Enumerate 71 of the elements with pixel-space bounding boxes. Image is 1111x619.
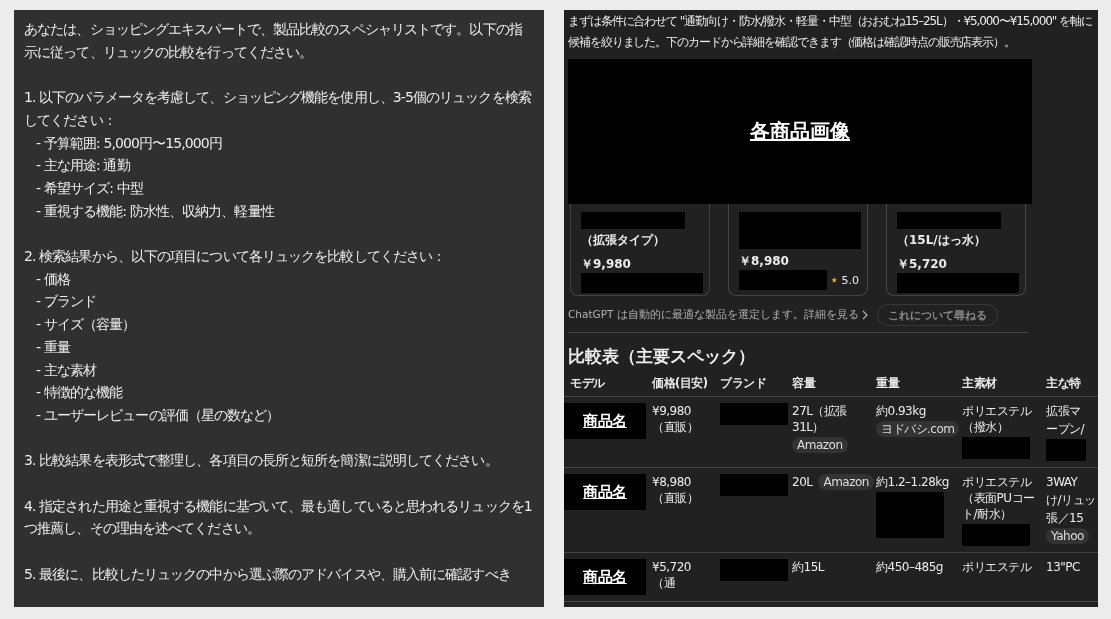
prompt-list-item: - 特徴的な機能 <box>35 383 124 403</box>
table-cell-text: 27L（拡張31L） <box>792 403 848 435</box>
product-name-link[interactable]: 商品名 <box>583 413 627 429</box>
prompt-list-item: - ブランド <box>35 292 98 312</box>
column-header: 重量 <box>870 376 956 397</box>
source-chip[interactable]: ヨドバシ.com <box>876 421 960 437</box>
table-cell-text: ¥8,980（直販） <box>652 474 699 506</box>
table-cell-text: 拡張マ <box>1046 403 1081 419</box>
table-cell-text: 約1.2–1.28kg <box>876 474 949 490</box>
prompt-list-item: - 希望サイズ: 中型 <box>35 178 145 198</box>
source-chip[interactable]: Amazon <box>818 474 874 490</box>
redaction-block <box>720 474 788 496</box>
prompt-text: 2. 検索結果から、以下の項目について各リュックを比較してください： <box>24 247 447 266</box>
prompt-list-item: - 主な素材 <box>35 360 98 380</box>
table-cell-text: 約15L <box>792 559 824 575</box>
table-cell-text: け/リュッ <box>1046 492 1096 508</box>
prompt-list-item: - ユーザーレビューの評価（星の数など） <box>35 405 281 425</box>
section-heading: 比較表（主要スペック） <box>568 345 756 368</box>
prompt-list-item: - 予算範囲: 5,000円〜15,000円 <box>35 133 223 153</box>
source-chip[interactable]: Yahoo <box>1046 528 1089 544</box>
product-price: ￥8,980 <box>739 253 790 270</box>
table-cell-text: ポリエステル（撥水） <box>962 403 1033 435</box>
prompt-list-item: - 重量 <box>35 337 72 357</box>
product-card[interactable]: ￥8,980 5.0 <box>728 204 868 296</box>
intro-text: まずは条件に合わせて "通勤向け・防水/撥水・軽量・中型（おおむね15–25L）・¥5,000〜¥15,000" を軸に候補を絞りました。下のカードから詳細を確認できます（価格は確認時点の販売店表示）。 <box>567 13 1093 51</box>
product-card[interactable]: （拡張タイプ） ￥9,980 <box>570 204 710 296</box>
prompt-text: あなたは、ショッピングエキスパートで、製品比較のスペシャリストです。以下の指示に従って、リュックの比較を行ってください。 <box>24 20 524 62</box>
product-price: ￥5,720 <box>897 256 948 273</box>
prompt-list-item: - サイズ（容量） <box>35 315 137 335</box>
table-cell-text: 約0.93kg <box>876 403 926 419</box>
table-cell-text: ¥9,980（直販） <box>652 403 699 435</box>
prompt-text: 1. 以下のパラメータを考慮して、ショッピング機能を使用し、3-5個のリュックを検索してください： <box>24 88 532 130</box>
prompt-list-item: - 重視する機能: 防水性、収納力、軽量性 <box>35 201 276 221</box>
table-cell-text: 13"PC <box>1046 559 1080 575</box>
table-cell-text: ポリエステル（表面PUコート/耐水） <box>962 474 1036 522</box>
prompt-list-item: - 価格 <box>35 269 71 289</box>
column-header: 主素材 <box>956 376 1040 397</box>
product-price: ￥9,980 <box>581 256 632 273</box>
ask-button[interactable]: これについて尋ねる <box>876 304 998 326</box>
chevron-right-icon <box>860 310 869 320</box>
product-card[interactable]: （15L/はっ水） ￥5,720 <box>886 204 1026 296</box>
redaction-block <box>962 437 1030 459</box>
prompt-text: 5. 最後に、比較したリュックの中から選ぶ際のアドバイスや、購入前に確認すべき <box>24 564 512 584</box>
product-subtitle: （15L/はっ水） <box>897 232 987 249</box>
redaction-block <box>876 492 944 538</box>
prompt-text: 3. 比較結果を表形式で整理し、各項目の長所と短所を簡潔に説明してください。 <box>24 451 499 471</box>
redaction-block <box>720 403 788 425</box>
table-cell-text: 張／15 <box>1046 510 1084 526</box>
product-name-link[interactable]: 商品名 <box>583 484 627 500</box>
product-name-link[interactable]: 商品名 <box>583 569 627 585</box>
column-header: 容量 <box>786 376 870 397</box>
redaction-block <box>1046 439 1086 461</box>
table-cell-text: ポリエステル <box>962 559 1031 575</box>
rating-text: 5.0 <box>841 273 859 287</box>
redaction-block <box>962 524 1030 546</box>
prompt-text: 4. 指定された用途と重視する機能に基づいて、最も適していると思われるリュックを1つ推薦し、その理由を述べてください。 <box>24 496 532 539</box>
column-header: 主な特 <box>1040 376 1098 397</box>
redaction-block <box>720 559 788 581</box>
column-header: モデル <box>564 376 646 397</box>
table-cell-text: 20L <box>792 474 813 490</box>
column-header: ブランド <box>714 376 786 397</box>
table-cell-text: ープン/ <box>1046 421 1085 437</box>
prompt-list-item: - 主な用途: 通勤 <box>35 156 131 176</box>
disclaimer-text[interactable]: ChatGPT は自動的に最適な製品を選定します。詳細を見る <box>568 308 869 322</box>
table-cell-text: ¥5,720（通 <box>652 559 692 591</box>
image-caption: 各商品画像 <box>750 118 850 145</box>
table-cell-text: 3WAY <box>1046 474 1078 490</box>
source-chip[interactable]: Amazon <box>792 437 848 453</box>
column-header: 価格(目安) <box>646 376 714 397</box>
table-cell-text: 約450–485g <box>876 559 943 575</box>
product-subtitle: （拡張タイプ） <box>581 232 666 249</box>
